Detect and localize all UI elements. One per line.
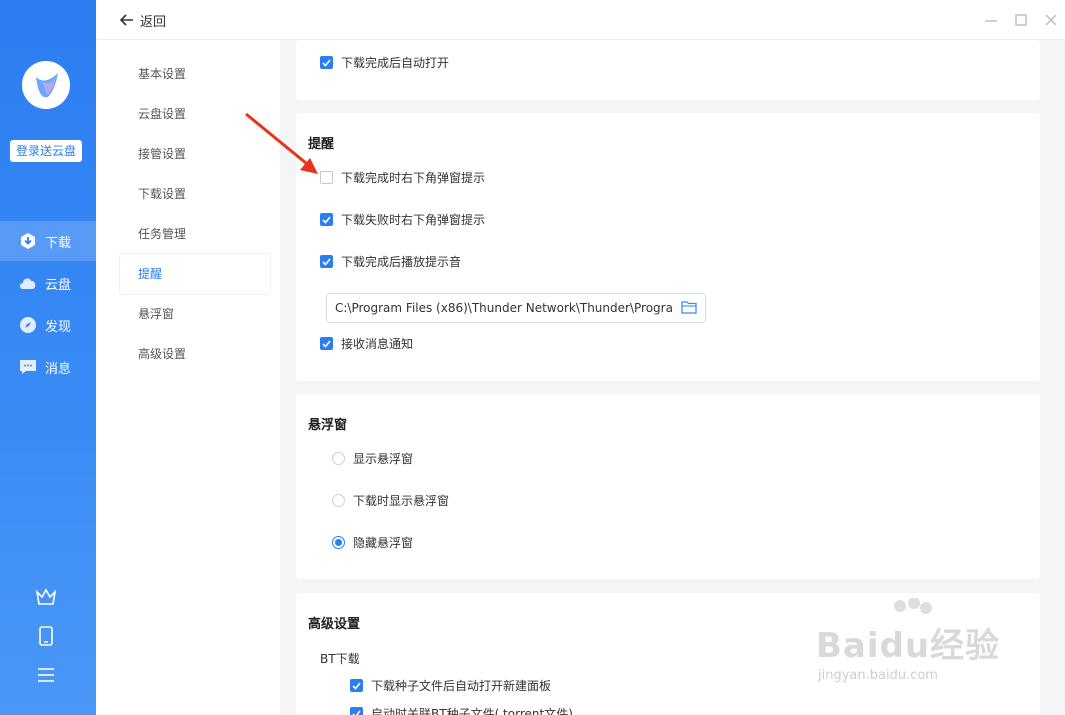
menu-icon[interactable] (35, 664, 57, 686)
auto-open-new-panel-option[interactable]: 下载种子文件后自动打开新建面板 (350, 677, 551, 694)
cloud-icon (18, 273, 38, 293)
menu-item-advanced[interactable]: 高级设置 (120, 334, 270, 374)
menu-item-floating[interactable]: 悬浮窗 (120, 294, 270, 334)
option-label: 下载完成后自动打开 (341, 56, 450, 70)
minimize-icon (985, 20, 997, 22)
radio[interactable] (332, 536, 345, 549)
nav-item-message[interactable]: 消息 (0, 347, 96, 387)
login-gift-button[interactable]: 登录送云盘 (10, 140, 82, 162)
checkbox[interactable] (320, 213, 333, 226)
option-label: 显示悬浮窗 (353, 452, 414, 466)
nav-item-label: 下载 (45, 235, 72, 251)
associate-torrent-option[interactable]: 启动时关联BT种子文件(.torrent文件) (350, 705, 573, 715)
menu-item-reminder[interactable]: 提醒 (120, 254, 270, 294)
complete-popup-option[interactable]: 下载完成时右下角弹窗提示 (320, 169, 485, 186)
close-button[interactable] (1042, 11, 1060, 29)
section-title: 提醒 (308, 137, 335, 152)
radio[interactable] (332, 452, 345, 465)
advanced-card: 高级设置 BT下载 下载种子文件后自动打开新建面板 启动时关联BT种子文件(.t… (296, 593, 1040, 715)
checkbox[interactable] (320, 255, 333, 268)
maximize-icon (1015, 14, 1027, 26)
checkbox[interactable] (320, 171, 333, 184)
sound-path-field[interactable] (326, 293, 706, 323)
top-bar: 返回 (96, 0, 1065, 40)
menu-item-takeover[interactable]: 接管设置 (120, 134, 270, 174)
crown-icon[interactable] (35, 586, 57, 608)
failed-popup-option[interactable]: 下载失败时右下角弹窗提示 (320, 211, 485, 228)
phone-icon[interactable] (35, 625, 57, 647)
option-label: 接收消息通知 (341, 337, 414, 351)
nav-item-download[interactable]: 下载 (0, 221, 96, 261)
settings-menu: 基本设置 云盘设置 接管设置 下载设置 任务管理 提醒 悬浮窗 高级设置 (96, 40, 280, 715)
option-label: 下载时显示悬浮窗 (353, 494, 450, 508)
hide-floating-option[interactable]: 隐藏悬浮窗 (332, 534, 413, 551)
bt-download-heading: BT下载 (320, 652, 360, 666)
show-floating-option[interactable]: 显示悬浮窗 (332, 450, 413, 467)
show-when-downloading-option[interactable]: 下载时显示悬浮窗 (332, 492, 449, 509)
option-label: 下载完成后播放提示音 (341, 255, 462, 269)
option-label: 启动时关联BT种子文件(.torrent文件) (371, 707, 573, 715)
back-button[interactable]: 返回 (120, 10, 166, 30)
option-label: 下载种子文件后自动打开新建面板 (371, 679, 552, 693)
message-icon (18, 357, 38, 377)
option-label: 下载失败时右下角弹窗提示 (341, 213, 486, 227)
nav-item-label: 消息 (45, 361, 72, 377)
folder-icon[interactable] (681, 300, 697, 316)
option-label: 下载完成时右下角弹窗提示 (341, 171, 486, 185)
back-label: 返回 (140, 14, 167, 30)
section-title: 悬浮窗 (308, 418, 348, 433)
play-sound-option[interactable]: 下载完成后播放提示音 (320, 253, 461, 270)
checkbox[interactable] (320, 337, 333, 350)
auto-open-option[interactable]: 下载完成后自动打开 (320, 54, 449, 71)
minimize-button[interactable] (982, 11, 1000, 29)
section-title: 高级设置 (308, 617, 361, 632)
left-nav: 登录送云盘 下载 云盘 发现 消息 (0, 0, 96, 715)
checkbox[interactable] (350, 679, 363, 692)
nav-item-discover[interactable]: 发现 (0, 305, 96, 345)
nav-item-cloud[interactable]: 云盘 (0, 263, 96, 303)
nav-item-label: 云盘 (45, 277, 72, 293)
reminder-card: 提醒 下载完成时右下角弹窗提示 下载失败时右下角弹窗提示 下载完成后播放提示音 … (296, 113, 1040, 381)
download-icon (18, 231, 38, 251)
checkbox[interactable] (320, 56, 333, 69)
download-settings-card: 下载完成后自动打开 (296, 40, 1040, 100)
sound-path-input[interactable] (335, 294, 673, 322)
radio[interactable] (332, 494, 345, 507)
receive-notify-option[interactable]: 接收消息通知 (320, 335, 413, 352)
compass-icon (18, 315, 38, 335)
close-icon (1045, 14, 1057, 26)
app-logo[interactable] (22, 61, 70, 109)
menu-item-tasks[interactable]: 任务管理 (120, 214, 270, 254)
menu-item-cloud[interactable]: 云盘设置 (120, 94, 270, 134)
option-label: 隐藏悬浮窗 (353, 536, 414, 550)
nav-item-label: 发现 (45, 319, 72, 335)
settings-content: 下载完成后自动打开 提醒 下载完成时右下角弹窗提示 下载失败时右下角弹窗提示 下… (280, 40, 1065, 715)
maximize-button[interactable] (1012, 11, 1030, 29)
floating-window-card: 悬浮窗 显示悬浮窗 下载时显示悬浮窗 隐藏悬浮窗 (296, 394, 1040, 579)
menu-item-download[interactable]: 下载设置 (120, 174, 270, 214)
menu-item-basic[interactable]: 基本设置 (120, 54, 270, 94)
arrow-left-icon (120, 14, 133, 26)
checkbox[interactable] (350, 707, 363, 715)
